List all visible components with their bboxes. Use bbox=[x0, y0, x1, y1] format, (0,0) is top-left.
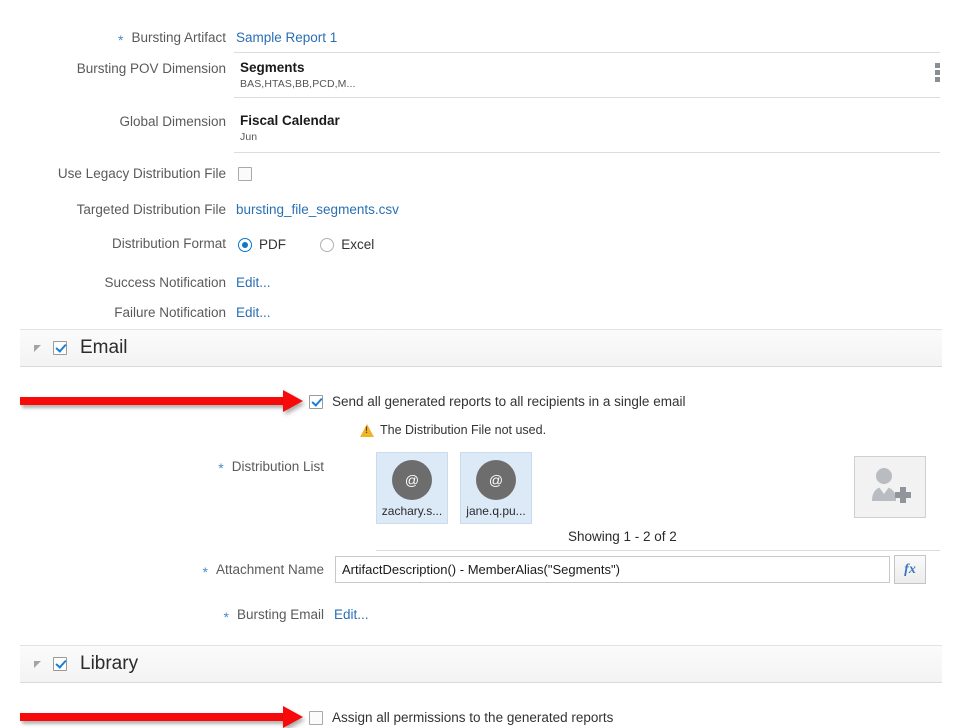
row-global-dimension: Global Dimension Fiscal Calendar Jun bbox=[0, 113, 962, 144]
label-text: Bursting Artifact bbox=[131, 30, 226, 45]
label-distribution-list: * Distribution List bbox=[0, 459, 330, 474]
section-header-email[interactable]: Email bbox=[20, 329, 942, 367]
distribution-list-showing-text: Showing 1 - 2 of 2 bbox=[568, 529, 677, 544]
warning-triangle-icon bbox=[360, 424, 374, 437]
radio-pdf[interactable] bbox=[238, 238, 252, 252]
label-success-notification: Success Notification bbox=[0, 275, 232, 290]
add-user-icon bbox=[867, 467, 913, 507]
label-attachment-name: * Attachment Name bbox=[0, 562, 330, 577]
row-bursting-email: * Bursting Email Edit... bbox=[0, 607, 962, 622]
radio-pdf-label: PDF bbox=[259, 237, 286, 252]
avatar-at-icon: @ bbox=[476, 460, 516, 500]
label-text: Distribution List bbox=[232, 459, 324, 474]
disclosure-triangle-icon[interactable] bbox=[34, 661, 41, 668]
dot bbox=[935, 70, 940, 75]
library-section-enable-checkbox[interactable] bbox=[53, 657, 67, 671]
label-text: Distribution Format bbox=[112, 236, 226, 251]
global-dimension-member: Jun bbox=[240, 130, 962, 144]
success-notification-edit-link[interactable]: Edit... bbox=[236, 275, 271, 290]
required-asterisk: * bbox=[218, 461, 223, 475]
label-global-dimension: Global Dimension bbox=[0, 113, 232, 129]
email-section-enable-checkbox[interactable] bbox=[53, 341, 67, 355]
add-recipient-button[interactable] bbox=[854, 456, 926, 518]
section-header-library[interactable]: Library bbox=[20, 645, 942, 683]
row-bursting-pov-dimension: Bursting POV Dimension Segments BAS,HTAS… bbox=[0, 60, 962, 91]
recipient-name: zachary.s... bbox=[382, 504, 442, 518]
label-failure-notification: Failure Notification bbox=[0, 305, 232, 320]
assign-permissions-label: Assign all permissions to the generated … bbox=[332, 710, 613, 725]
bursting-email-edit-link[interactable]: Edit... bbox=[334, 607, 369, 622]
disclosure-triangle-icon[interactable] bbox=[34, 345, 41, 352]
label-text: Bursting Email bbox=[237, 607, 324, 622]
section-title-email: Email bbox=[80, 337, 128, 359]
label-targeted-distribution-file: Targeted Distribution File bbox=[0, 202, 232, 217]
row-targeted-distribution-file: Targeted Distribution File bursting_file… bbox=[0, 202, 962, 217]
assign-permissions-checkbox[interactable] bbox=[309, 711, 323, 725]
label-text: Use Legacy Distribution File bbox=[58, 166, 226, 181]
annotation-arrow-library-checkbox bbox=[20, 706, 305, 728]
divider-1 bbox=[234, 52, 940, 53]
label-bursting-email: * Bursting Email bbox=[0, 607, 330, 622]
attachment-name-input[interactable] bbox=[335, 556, 890, 583]
divider-3 bbox=[234, 152, 940, 153]
pov-dimension-members: BAS,HTAS,BB,PCD,M... bbox=[240, 77, 962, 91]
label-text: Global Dimension bbox=[119, 114, 226, 129]
pov-dimension-menu-icon[interactable] bbox=[930, 63, 944, 82]
label-use-legacy-distribution-file: Use Legacy Distribution File bbox=[0, 166, 232, 181]
annotation-arrow-email-checkbox bbox=[20, 390, 305, 412]
divider-4 bbox=[376, 550, 940, 551]
bursting-artifact-link[interactable]: Sample Report 1 bbox=[236, 30, 337, 45]
required-asterisk: * bbox=[203, 565, 208, 579]
row-distribution-format: Distribution Format PDF Excel bbox=[0, 236, 962, 252]
recipient-tile[interactable]: @ zachary.s... bbox=[376, 452, 448, 524]
row-bursting-artifact: * Bursting Artifact Sample Report 1 bbox=[0, 30, 962, 45]
row-use-legacy-distribution-file: Use Legacy Distribution File bbox=[0, 166, 962, 184]
fx-icon: fx bbox=[904, 562, 916, 578]
targeted-distribution-file-link[interactable]: bursting_file_segments.csv bbox=[236, 202, 399, 217]
radio-excel[interactable] bbox=[320, 238, 334, 252]
avatar-at-icon: @ bbox=[392, 460, 432, 500]
required-asterisk: * bbox=[118, 33, 123, 47]
label-text: Success Notification bbox=[104, 275, 226, 290]
distribution-file-warning: The Distribution File not used. bbox=[360, 423, 546, 437]
recipient-name: jane.q.pu... bbox=[466, 504, 525, 518]
label-bursting-pov-dimension: Bursting POV Dimension bbox=[0, 60, 232, 76]
row-success-notification: Success Notification Edit... bbox=[0, 275, 962, 290]
recipient-tile[interactable]: @ jane.q.pu... bbox=[460, 452, 532, 524]
attachment-name-function-button[interactable]: fx bbox=[894, 555, 926, 584]
label-text: Targeted Distribution File bbox=[77, 202, 226, 217]
divider-2 bbox=[234, 97, 940, 98]
assign-permissions-row: Assign all permissions to the generated … bbox=[309, 710, 613, 725]
label-distribution-format: Distribution Format bbox=[0, 236, 232, 251]
label-text: Bursting POV Dimension bbox=[77, 61, 226, 76]
section-title-library: Library bbox=[80, 653, 138, 675]
radio-excel-label: Excel bbox=[341, 237, 374, 252]
global-dimension-name: Fiscal Calendar bbox=[240, 113, 962, 128]
single-email-row: Send all generated reports to all recipi… bbox=[309, 394, 685, 409]
single-email-label: Send all generated reports to all recipi… bbox=[332, 394, 685, 409]
row-failure-notification: Failure Notification Edit... bbox=[0, 305, 962, 320]
label-text: Attachment Name bbox=[216, 562, 324, 577]
dot bbox=[935, 63, 940, 68]
use-legacy-distribution-file-checkbox[interactable] bbox=[238, 167, 252, 181]
dot bbox=[935, 77, 940, 82]
distribution-list-tiles: @ zachary.s... @ jane.q.pu... bbox=[376, 452, 532, 524]
pov-dimension-name: Segments bbox=[240, 60, 962, 75]
required-asterisk: * bbox=[224, 610, 229, 624]
label-text: Failure Notification bbox=[114, 305, 226, 320]
single-email-checkbox[interactable] bbox=[309, 395, 323, 409]
failure-notification-edit-link[interactable]: Edit... bbox=[236, 305, 271, 320]
label-bursting-artifact: * Bursting Artifact bbox=[0, 30, 232, 45]
warning-text: The Distribution File not used. bbox=[380, 423, 546, 437]
